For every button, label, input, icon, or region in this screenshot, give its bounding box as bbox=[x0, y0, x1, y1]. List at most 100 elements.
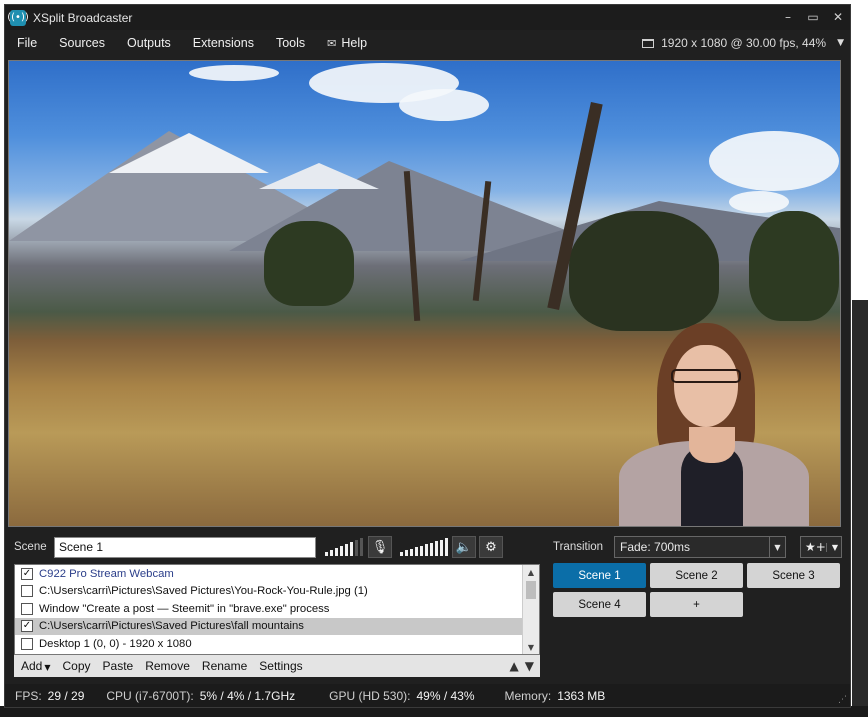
window-title: XSplit Broadcaster bbox=[33, 10, 133, 25]
person-neck bbox=[689, 427, 735, 463]
menu-file[interactable]: File bbox=[5, 36, 48, 50]
stream-preview[interactable] bbox=[8, 60, 841, 527]
source-label: Window "Create a post — Steemit" in "bra… bbox=[39, 602, 330, 615]
chevron-down-icon: ▼ bbox=[769, 537, 785, 557]
microphone-button[interactable]: 🎙 bbox=[368, 536, 392, 558]
menu-outputs[interactable]: Outputs bbox=[116, 36, 182, 50]
webcam-overlay bbox=[619, 323, 809, 526]
scroll-down-icon[interactable]: ▼ bbox=[523, 640, 539, 654]
menu-tools[interactable]: Tools bbox=[265, 36, 316, 50]
add-source-button[interactable]: Add ▼ bbox=[14, 659, 57, 673]
tree-shape bbox=[569, 211, 719, 331]
add-label: Add bbox=[21, 659, 43, 673]
paste-button[interactable]: Paste bbox=[97, 659, 140, 673]
source-item[interactable]: ✓ C922 Pro Stream Webcam bbox=[15, 565, 539, 583]
transition-label: Transition bbox=[553, 541, 604, 553]
source-label: C922 Pro Stream Webcam bbox=[39, 567, 174, 580]
move-buttons: ▲ ▼ bbox=[510, 659, 540, 673]
favorite-transition-button[interactable]: ★+ ▼ bbox=[800, 536, 842, 558]
xsplit-broadcast-icon: ((•)) bbox=[7, 9, 29, 26]
memory-value: 1363 MB bbox=[557, 688, 606, 703]
menu-sources[interactable]: Sources bbox=[48, 36, 116, 50]
sources-list: ✓ C922 Pro Stream Webcam C:\Users\carri\… bbox=[14, 564, 540, 655]
cpu-label: CPU (i7-6700T): bbox=[106, 688, 194, 703]
scene-button-1[interactable]: Scene 1 bbox=[553, 563, 646, 588]
move-up-icon[interactable]: ▲ bbox=[510, 659, 519, 673]
tree-shape bbox=[264, 221, 354, 306]
gpu-value: 49% / 43% bbox=[416, 688, 475, 703]
remove-button[interactable]: Remove bbox=[139, 659, 196, 673]
scroll-up-icon[interactable]: ▲ bbox=[523, 565, 539, 579]
source-label: Desktop 1 (0, 0) - 1920 x 1080 bbox=[39, 637, 192, 650]
sources-scrollbar[interactable]: ▲ ▼ bbox=[522, 565, 539, 654]
gear-icon: ⚙ bbox=[485, 539, 497, 555]
cloud-shape bbox=[709, 131, 839, 191]
resolution-dropdown[interactable]: 1920 x 1080 @ 30.00 fps, 44% ▼ bbox=[642, 32, 844, 54]
rename-button[interactable]: Rename bbox=[196, 659, 253, 673]
speaker-level-meter bbox=[400, 538, 448, 556]
fps-value: 29 / 29 bbox=[47, 688, 85, 703]
source-visibility-checkbox[interactable]: ✓ bbox=[21, 567, 33, 580]
source-visibility-checkbox[interactable]: ✓ bbox=[21, 620, 33, 633]
source-settings-button[interactable]: Settings bbox=[253, 659, 308, 673]
transition-value: Fade: 700ms bbox=[620, 540, 691, 554]
settings-button[interactable]: ⚙ bbox=[479, 536, 503, 558]
transition-select[interactable]: Fade: 700ms ▼ bbox=[614, 536, 786, 558]
maximize-button[interactable]: ▭ bbox=[807, 9, 819, 25]
menu-help[interactable]: ✉ Help bbox=[316, 36, 378, 50]
speaker-button[interactable]: 🔈 bbox=[452, 536, 476, 558]
speaker-icon: 🔈 bbox=[455, 539, 473, 555]
resolution-label: 1920 x 1080 @ 30.00 fps, 44% bbox=[661, 36, 827, 50]
window-controls: – ▭ ✕ bbox=[782, 9, 844, 25]
fps-stat: FPS: 29 / 29 bbox=[15, 689, 84, 703]
audio-level-meter bbox=[325, 538, 363, 556]
source-visibility-checkbox[interactable] bbox=[21, 585, 33, 598]
source-label: C:\Users\carri\Pictures\Saved Pictures\f… bbox=[39, 620, 304, 633]
source-item[interactable]: Desktop 1 (0, 0) - 1920 x 1080 bbox=[15, 635, 539, 653]
scene-button-3[interactable]: Scene 3 bbox=[747, 563, 840, 588]
source-item[interactable]: Window "Create a post — Steemit" in "bra… bbox=[15, 600, 539, 618]
fps-label: FPS: bbox=[15, 688, 42, 703]
person-glasses bbox=[671, 369, 741, 383]
status-bar: FPS: 29 / 29 CPU (i7-6700T): 5% / 4% / 1… bbox=[5, 684, 850, 707]
source-label: C:\Users\carri\Pictures\Saved Pictures\Y… bbox=[39, 585, 368, 598]
scene-button-4[interactable]: Scene 4 bbox=[553, 592, 646, 617]
source-item[interactable]: ✓ C:\Users\carri\Pictures\Saved Pictures… bbox=[15, 617, 539, 635]
scene-row: Scene 🎙 🔈 ⚙ bbox=[5, 535, 545, 559]
star-plus-icon: ★+ bbox=[805, 540, 826, 554]
microphone-icon: 🎙 bbox=[371, 539, 389, 555]
cpu-value: 5% / 4% / 1.7GHz bbox=[199, 688, 296, 703]
menu-bar: File Sources Outputs Extensions Tools ✉ … bbox=[5, 32, 850, 54]
copy-button[interactable]: Copy bbox=[57, 659, 97, 673]
close-button[interactable]: ✕ bbox=[832, 9, 844, 25]
scene-name-input[interactable] bbox=[54, 536, 316, 558]
resize-grip-icon[interactable]: ⋰ bbox=[838, 695, 847, 705]
cloud-shape bbox=[189, 65, 279, 81]
add-scene-button[interactable]: + bbox=[650, 592, 743, 617]
memory-stat: Memory: 1363 MB bbox=[505, 689, 606, 703]
mountain-snow bbox=[259, 163, 379, 189]
gpu-stat: GPU (HD 530): 49% / 43% bbox=[329, 689, 474, 703]
sources-toolbar: Add ▼ Copy Paste Remove Rename Settings ▲… bbox=[14, 655, 540, 677]
menu-help-label: Help bbox=[341, 36, 368, 50]
minimize-button[interactable]: – bbox=[782, 9, 794, 25]
move-down-icon[interactable]: ▼ bbox=[525, 659, 534, 673]
source-item[interactable]: C:\Users\carri\Pictures\Saved Pictures\Y… bbox=[15, 583, 539, 601]
source-visibility-checkbox[interactable] bbox=[21, 637, 33, 650]
menu-extensions[interactable]: Extensions bbox=[182, 36, 265, 50]
scene-label: Scene bbox=[14, 541, 47, 553]
gpu-label: GPU (HD 530): bbox=[329, 688, 411, 703]
source-visibility-checkbox[interactable] bbox=[21, 602, 33, 615]
person-face bbox=[674, 345, 738, 427]
monitor-icon bbox=[642, 38, 655, 48]
mail-icon: ✉ bbox=[327, 36, 337, 50]
chevron-down-icon: ▼ bbox=[44, 663, 51, 672]
scene-button-2[interactable]: Scene 2 bbox=[650, 563, 743, 588]
scrollbar-thumb[interactable] bbox=[526, 581, 536, 599]
title-bar[interactable]: ((•)) XSplit Broadcaster – ▭ ✕ bbox=[5, 5, 850, 30]
xsplit-window: ((•)) XSplit Broadcaster – ▭ ✕ File Sour… bbox=[4, 4, 851, 708]
tree-shape bbox=[749, 211, 839, 321]
cloud-shape bbox=[399, 89, 489, 121]
scene-buttons: Scene 1 Scene 2 Scene 3 Scene 4 + bbox=[553, 563, 843, 617]
chevron-down-icon: ▼ bbox=[825, 542, 838, 552]
